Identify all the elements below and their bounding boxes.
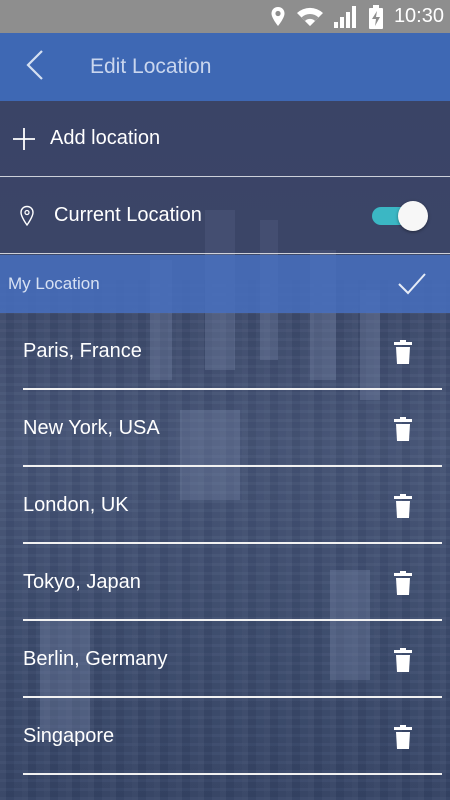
plus-icon [0, 127, 50, 151]
app-bar: Edit Location [0, 33, 450, 101]
location-icon [270, 6, 286, 28]
trash-icon[interactable] [389, 723, 417, 751]
trash-icon[interactable] [389, 492, 417, 520]
my-location-row[interactable]: My Location [0, 255, 450, 313]
trash-icon[interactable] [389, 569, 417, 597]
status-bar: 10:30 [0, 0, 450, 33]
location-name: London, UK [23, 494, 129, 516]
location-name: Tokyo, Japan [23, 571, 141, 593]
trash-icon[interactable] [389, 338, 417, 366]
wifi-icon [296, 7, 324, 27]
map-pin-icon [0, 205, 54, 227]
toggle-knob [398, 200, 428, 231]
page-title: Edit Location [90, 55, 212, 78]
current-location-label: Current Location [54, 204, 202, 226]
status-time: 10:30 [393, 5, 444, 27]
my-location-label: My Location [8, 274, 100, 293]
location-name: New York, USA [23, 417, 160, 439]
current-location-toggle[interactable] [372, 200, 428, 231]
signal-icon [333, 5, 358, 28]
chevron-left-icon [25, 49, 45, 86]
list-item[interactable]: Paris, France [0, 313, 450, 390]
current-location-row: Current Location [0, 178, 450, 254]
battery-charging-icon [368, 4, 384, 29]
divider [23, 773, 442, 775]
list-item[interactable]: Singapore [0, 698, 450, 775]
list-item[interactable]: Tokyo, Japan [0, 544, 450, 621]
trash-icon[interactable] [389, 415, 417, 443]
add-location-button[interactable]: Add location [0, 101, 450, 177]
location-name: Singapore [23, 725, 115, 747]
location-list: Paris, France New York, USA London, UK T… [0, 313, 450, 775]
back-button[interactable] [0, 33, 70, 101]
list-item[interactable]: Berlin, Germany [0, 621, 450, 698]
list-item[interactable]: London, UK [0, 467, 450, 544]
location-name: Berlin, Germany [23, 648, 168, 670]
location-name: Paris, France [23, 340, 142, 362]
checkmark-icon [382, 272, 442, 296]
trash-icon[interactable] [389, 646, 417, 674]
add-location-label: Add location [50, 127, 161, 149]
list-item[interactable]: New York, USA [0, 390, 450, 467]
